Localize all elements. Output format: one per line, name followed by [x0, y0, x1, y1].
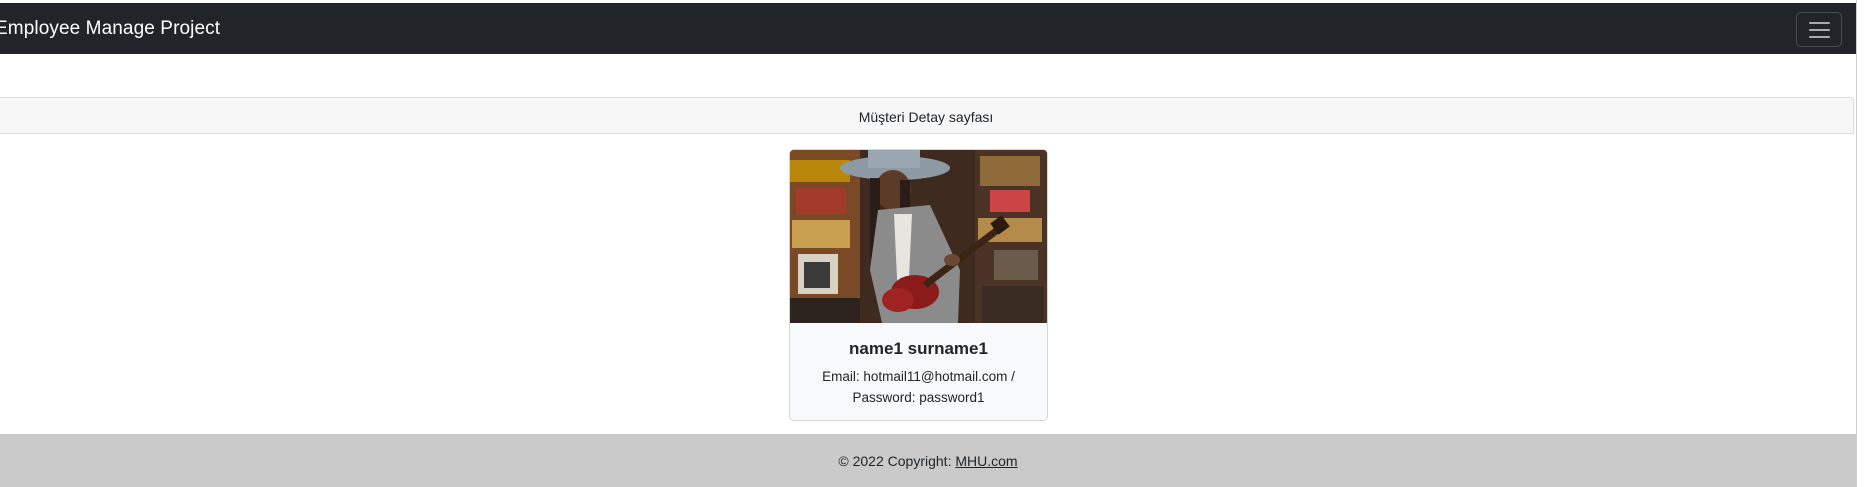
hamburger-menu-icon	[1809, 22, 1830, 24]
profile-password: Password: password1	[852, 390, 985, 405]
footer: © 2022 Copyright: MHU.com	[0, 434, 1856, 487]
profile-photo	[790, 150, 1047, 323]
page-header: Müşteri Detay sayfası	[0, 97, 1854, 134]
footer-link[interactable]: MHU.com	[955, 453, 1017, 469]
profile-name: name1 surname1	[849, 339, 988, 358]
page: Employee Manage Project Müşteri Detay sa…	[0, 0, 1869, 487]
navbar: Employee Manage Project	[0, 3, 1856, 54]
footer-copyright-prefix: © 2022 Copyright:	[838, 453, 956, 469]
window-scrollbar-edge[interactable]	[1856, 0, 1869, 487]
page-title: Müşteri Detay sayfası	[858, 109, 994, 125]
hamburger-menu-icon-bar	[1809, 36, 1830, 38]
profile-card: name1 surname1 Email: hotmail11@hotmail.…	[789, 149, 1048, 421]
navbar-brand[interactable]: Employee Manage Project	[0, 18, 220, 40]
navbar-toggler-button[interactable]	[1796, 12, 1842, 47]
profile-email: Email: hotmail11@hotmail.com /	[822, 369, 1015, 384]
hamburger-menu-icon-bar	[1809, 29, 1830, 31]
footer-copyright: © 2022 Copyright: MHU.com	[0, 453, 1856, 469]
